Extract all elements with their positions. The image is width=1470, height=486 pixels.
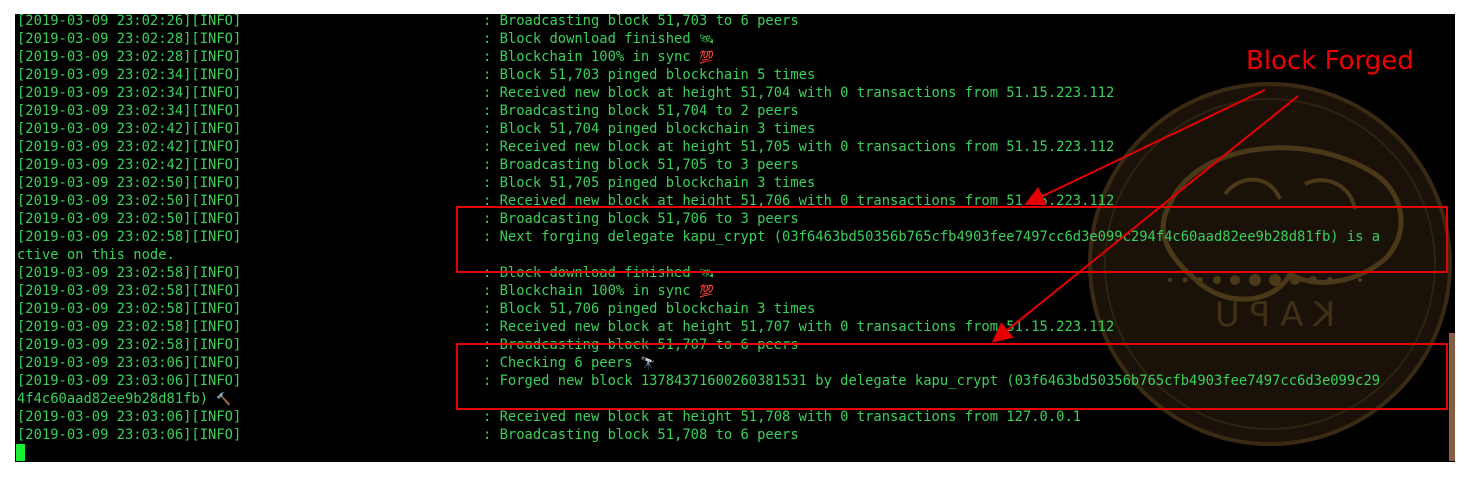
log-message-text: : Broadcasting block 51,704 to 2 peers — [483, 103, 799, 119]
log-timestamp-level: [2019-03-09 23:03:06][INFO] — [17, 409, 242, 425]
log-timestamp-level: [2019-03-09 23:03:06][INFO] — [17, 355, 242, 371]
log-message-text: : Blockchain 100% in sync — [483, 283, 699, 299]
log-message: : Received new block at height 51,705 wi… — [483, 138, 1114, 156]
log-timestamp-level: [2019-03-09 23:03:06][INFO] — [17, 427, 242, 443]
log-timestamp-level: [2019-03-09 23:02:42][INFO] — [17, 139, 242, 155]
log-timestamp-level: [2019-03-09 23:02:58][INFO] — [17, 283, 242, 299]
log-timestamp-level: [2019-03-09 23:02:50][INFO] — [17, 175, 242, 191]
log-message-text: : Block 51,706 pinged blockchain 3 times — [483, 301, 816, 317]
log-timestamp-level: [2019-03-09 23:02:50][INFO] — [17, 211, 242, 227]
log-message-text: : Block 51,704 pinged blockchain 3 times — [483, 121, 816, 137]
log-emoji-icon: 💯 — [698, 284, 714, 298]
block-forged-label: Block Forged — [1246, 46, 1414, 76]
log-message-text: : Broadcasting block 51,708 to 6 peers — [483, 427, 799, 443]
log-line: [2019-03-09 23:02:28][INFO] : Blockchain … — [15, 48, 1455, 66]
log-timestamp-level: [2019-03-09 23:02:50][INFO] — [17, 193, 242, 209]
log-message: : Blockchain 100% in sync 💯 — [483, 48, 714, 66]
log-timestamp-level: [2019-03-09 23:02:58][INFO] — [17, 319, 242, 335]
log-line: [2019-03-09 23:03:06][INFO] : Broadcastin… — [15, 426, 1455, 444]
log-line: [2019-03-09 23:02:58][INFO] : Block 51,70… — [15, 300, 1455, 318]
log-timestamp-level: [2019-03-09 23:02:58][INFO] — [17, 265, 242, 281]
log-timestamp-level: [2019-03-09 23:02:34][INFO] — [17, 67, 242, 83]
log-message-text: : Received new block at height 51,708 wi… — [483, 409, 1082, 425]
log-wrapped-continuation: ctive on this node. — [17, 246, 175, 264]
log-emoji-icon: 🛰 — [698, 32, 715, 46]
log-message-text: : Received new block at height 51,705 wi… — [483, 139, 1115, 155]
log-message: : Block 51,706 pinged blockchain 3 times — [483, 300, 815, 318]
log-timestamp-level: [2019-03-09 23:02:42][INFO] — [17, 121, 242, 137]
log-message-text: : Block 51,703 pinged blockchain 5 times — [483, 67, 816, 83]
log-line: [2019-03-09 23:03:06][INFO] : Received ne… — [15, 408, 1455, 426]
log-message: : Block 51,703 pinged blockchain 5 times — [483, 66, 815, 84]
log-emoji-icon: 💯 — [698, 50, 714, 64]
log-line: [2019-03-09 23:02:58][INFO] : Received ne… — [15, 318, 1455, 336]
log-line: [2019-03-09 23:02:58][INFO] : Blockchain … — [15, 282, 1455, 300]
log-message: : Blockchain 100% in sync 💯 — [483, 282, 714, 300]
log-timestamp-level: [2019-03-09 23:02:34][INFO] — [17, 103, 242, 119]
forged-block-highlight-box — [456, 343, 1448, 410]
log-timestamp-level: [2019-03-09 23:02:26][INFO] — [17, 14, 242, 29]
log-line: [2019-03-09 23:02:42][INFO] : Broadcastin… — [15, 156, 1455, 174]
log-line: [2019-03-09 23:02:34][INFO] : Received ne… — [15, 84, 1455, 102]
log-continuation-text: ctive on this node. — [17, 247, 175, 263]
log-timestamp-level: [2019-03-09 23:02:34][INFO] — [17, 85, 242, 101]
log-line: [2019-03-09 23:02:34][INFO] : Broadcastin… — [15, 102, 1455, 120]
log-timestamp-level: [2019-03-09 23:02:58][INFO] — [17, 337, 242, 353]
log-line: [2019-03-09 23:02:26][INFO] : Broadcastin… — [15, 14, 1455, 30]
next-forging-highlight-box — [456, 206, 1448, 273]
log-message-text: : Blockchain 100% in sync — [483, 49, 699, 65]
log-continuation-text: 4f4c60aad82ee9b28d81fb) — [17, 391, 217, 407]
log-message: : Received new block at height 51,707 wi… — [483, 318, 1114, 336]
log-message-text: : Received new block at height 51,707 wi… — [483, 319, 1115, 335]
log-message-text: : Broadcasting block 51,703 to 6 peers — [483, 14, 799, 29]
log-timestamp-level: [2019-03-09 23:02:28][INFO] — [17, 49, 242, 65]
log-line: [2019-03-09 23:02:42][INFO] : Received ne… — [15, 138, 1455, 156]
terminal-edge-strip — [1449, 333, 1455, 461]
log-message: : Block 51,704 pinged blockchain 3 times — [483, 120, 815, 138]
log-message: : Broadcasting block 51,704 to 2 peers — [483, 102, 799, 120]
log-timestamp-level: [2019-03-09 23:02:58][INFO] — [17, 229, 242, 245]
log-line: [2019-03-09 23:02:50][INFO] : Block 51,70… — [15, 174, 1455, 192]
log-message-text: : Received new block at height 51,704 wi… — [483, 85, 1115, 101]
log-message: : Received new block at height 51,704 wi… — [483, 84, 1114, 102]
log-line: [2019-03-09 23:02:42][INFO] : Block 51,70… — [15, 120, 1455, 138]
log-message: : Block download finished 🛰 — [483, 30, 714, 48]
log-message: : Broadcasting block 51,703 to 6 peers — [483, 14, 799, 30]
log-message: : Block 51,705 pinged blockchain 3 times — [483, 174, 815, 192]
log-timestamp-level: [2019-03-09 23:02:58][INFO] — [17, 301, 242, 317]
log-message-text: : Broadcasting block 51,705 to 3 peers — [483, 157, 799, 173]
log-line: [2019-03-09 23:02:34][INFO] : Block 51,70… — [15, 66, 1455, 84]
log-wrapped-continuation: 4f4c60aad82ee9b28d81fb) 🔨 — [17, 390, 231, 408]
log-timestamp-level: [2019-03-09 23:02:28][INFO] — [17, 31, 242, 47]
log-message: : Broadcasting block 51,708 to 6 peers — [483, 426, 799, 444]
log-line: [2019-03-09 23:02:28][INFO] : Block downl… — [15, 30, 1455, 48]
terminal-cursor — [16, 444, 25, 461]
log-timestamp-level: [2019-03-09 23:02:42][INFO] — [17, 157, 242, 173]
log-message-text: : Block 51,705 pinged blockchain 3 times — [483, 175, 816, 191]
log-timestamp-level: [2019-03-09 23:03:06][INFO] — [17, 373, 242, 389]
log-message: : Received new block at height 51,708 wi… — [483, 408, 1081, 426]
log-message-text: : Block download finished — [483, 31, 699, 47]
log-message: : Broadcasting block 51,705 to 3 peers — [483, 156, 799, 174]
log-emoji-icon: 🔨 — [216, 392, 232, 406]
